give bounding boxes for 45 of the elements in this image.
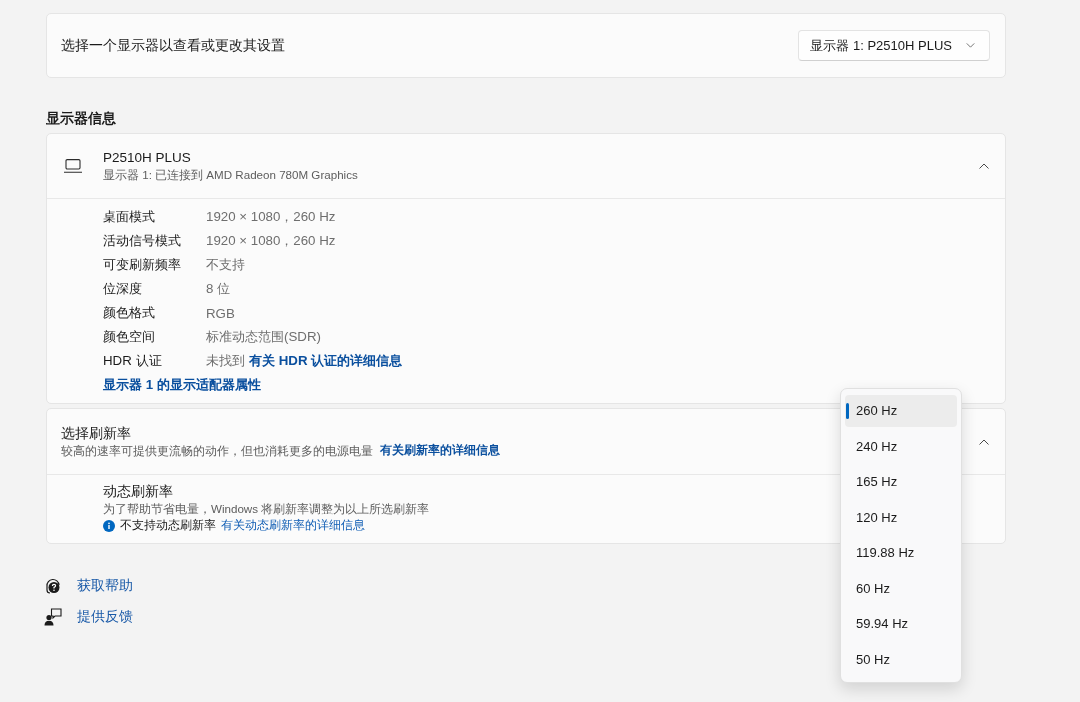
property-label: 可变刷新频率 bbox=[103, 256, 181, 274]
chevron-icon[interactable] bbox=[979, 438, 989, 445]
property-label: 桌面模式 bbox=[103, 208, 155, 226]
property-value: 8 位 bbox=[206, 280, 231, 298]
refresh-rate-option[interactable]: 60 Hz bbox=[845, 572, 957, 605]
refresh-rate-option[interactable]: 59.94 Hz bbox=[845, 608, 957, 640]
monitor-subtitle: 显示器 1: 已连接到 AMD Radeon 780M Graphics bbox=[103, 167, 358, 183]
dynamic-refresh-description: 为了帮助节省电量，Windows 将刷新率调整为以上所选刷新率 bbox=[103, 501, 430, 517]
refresh-rate-option[interactable]: 165 Hz bbox=[845, 466, 957, 498]
property-value: 1920 × 1080，260 Hz bbox=[206, 208, 336, 226]
property-label: 活动信号模式 bbox=[103, 232, 181, 250]
help-link[interactable]: 提供反馈 bbox=[77, 608, 133, 626]
info-icon bbox=[103, 519, 115, 532]
chevron-down-icon bbox=[966, 43, 975, 48]
section-heading: 显示器信息 bbox=[46, 110, 116, 128]
hdr-info-link[interactable]: 有关 HDR 认证的详细信息 bbox=[249, 352, 403, 370]
refresh-rate-option[interactable]: 119.88 Hz bbox=[845, 537, 957, 569]
refresh-rate-option[interactable]: 120 Hz bbox=[845, 501, 957, 534]
dynamic-refresh-notice: 不支持动态刷新率 bbox=[120, 518, 216, 533]
monitor-name: P2510H PLUS bbox=[103, 149, 191, 167]
refresh-rate-option[interactable]: 240 Hz bbox=[845, 430, 957, 463]
help-link[interactable]: 获取帮助 bbox=[77, 577, 133, 595]
property-label: 颜色空间 bbox=[103, 328, 155, 346]
refresh-rate-description: 较高的速率可提供更流畅的动作，但也消耗更多的电源电量 bbox=[61, 442, 373, 459]
refresh-rate-title: 选择刷新率 bbox=[61, 424, 131, 443]
chevron-icon[interactable] bbox=[979, 163, 989, 169]
dynamic-refresh-title: 动态刷新率 bbox=[103, 483, 173, 501]
person-speech-bubble-icon bbox=[44, 608, 62, 626]
adapter-properties-link[interactable]: 显示器 1 的显示适配器属性 bbox=[103, 373, 261, 397]
dynamic-refresh-info-link[interactable]: 有关动态刷新率的详细信息 bbox=[221, 518, 365, 533]
property-value: RGB bbox=[206, 305, 235, 321]
property-label: HDR 认证 bbox=[103, 352, 162, 370]
property-value: 标准动态范围(SDR) bbox=[206, 328, 321, 346]
laptop-icon bbox=[64, 159, 82, 173]
property-label: 颜色格式 bbox=[103, 304, 155, 322]
property-value: 1920 × 1080，260 Hz bbox=[206, 232, 336, 250]
property-label: 位深度 bbox=[103, 280, 142, 298]
help-icon bbox=[44, 577, 62, 595]
display-dropdown[interactable]: 显示器 1: P2510H PLUS bbox=[798, 30, 990, 61]
refresh-rate-option[interactable]: 50 Hz bbox=[845, 643, 957, 676]
property-value: 不支持 bbox=[206, 256, 245, 274]
refresh-rate-option[interactable]: 260 Hz bbox=[845, 395, 957, 427]
refresh-rate-info-link[interactable]: 有关刷新率的详细信息 bbox=[380, 443, 500, 458]
property-value: 未找到 bbox=[206, 352, 245, 370]
display-selector-label: 选择一个显示器以查看或更改其设置 bbox=[61, 36, 285, 55]
